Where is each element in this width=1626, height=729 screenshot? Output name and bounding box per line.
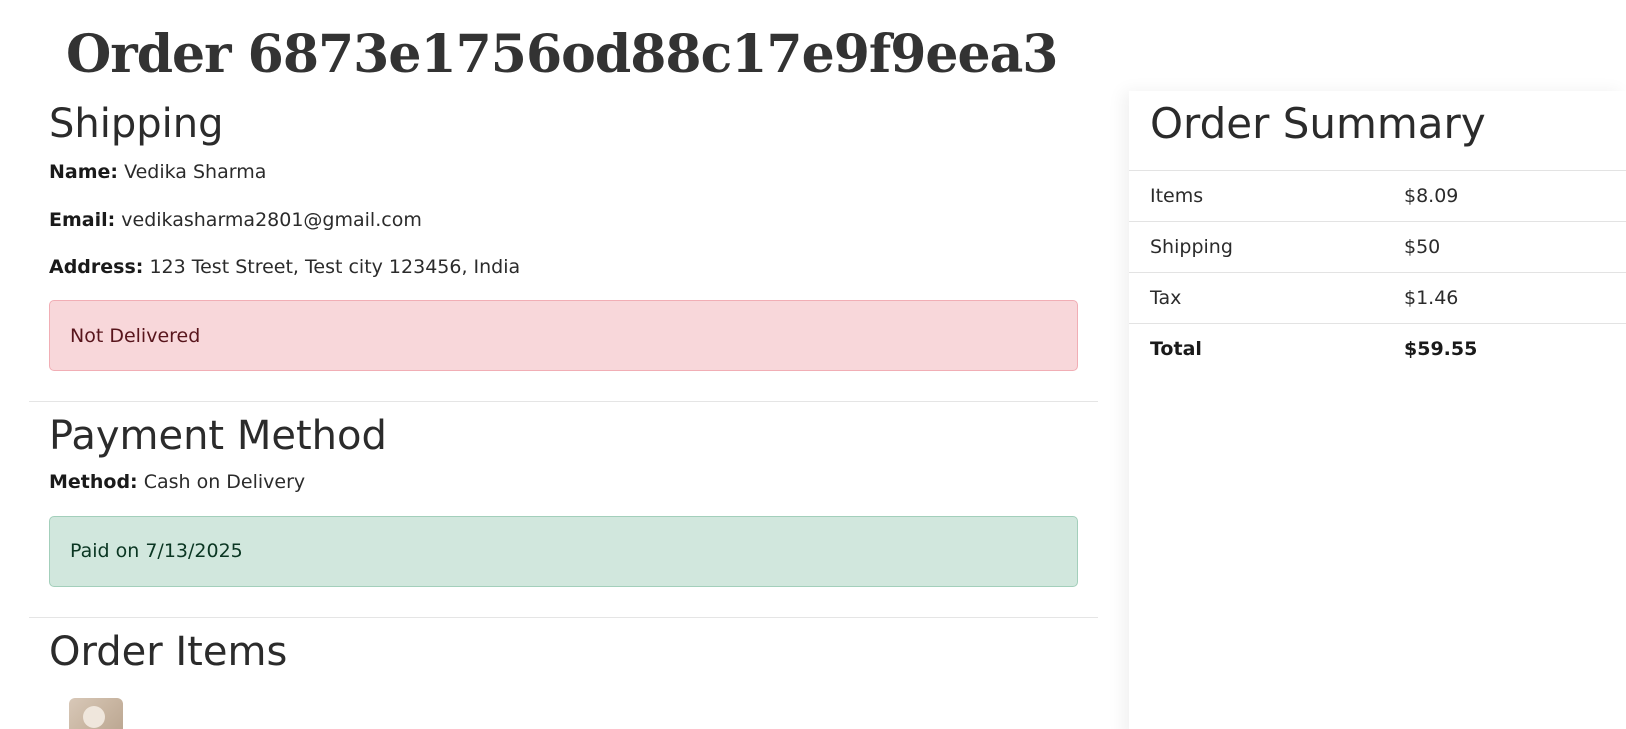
shipping-name-value: Vedika Sharma [124, 161, 267, 183]
summary-row-items: Items $8.09 [1129, 171, 1626, 222]
summary-shipping-label: Shipping [1150, 236, 1233, 258]
order-items-section: Order Items [29, 626, 1098, 729]
order-summary-card: Order Summary Items $8.09 Shipping $50 T… [1129, 91, 1626, 729]
shipping-section: Shipping Name: Vedika Sharma Email: vedi… [29, 98, 1098, 372]
shipping-address: Address: 123 Test Street, Test city 1234… [49, 255, 1078, 280]
payment-section: Payment Method Method: Cash on Delivery … [29, 410, 1098, 587]
shipping-email-value: vedikasharma2801@gmail.com [121, 208, 422, 231]
order-page: Order 6873e1756od88c17e9f9eea3 Shipping … [0, 0, 1626, 729]
summary-items-label: Items [1150, 185, 1204, 207]
payment-status-alert: Paid on 7/13/2025 [49, 515, 1078, 587]
payment-method: Method: Cash on Delivery [49, 470, 1078, 495]
section-divider [29, 616, 1098, 618]
summary-total-value: $59.55 [1404, 338, 1478, 360]
summary-items-value: $8.09 [1404, 185, 1459, 207]
summary-row-shipping: Shipping $50 [1129, 222, 1626, 273]
shipping-address-value: 123 Test Street, Test city 123456, India [149, 256, 521, 279]
payment-status-text: Paid on 7/13/2025 [70, 540, 243, 563]
shipping-email: Email: vedikasharma2801@gmail.com [49, 208, 1078, 233]
shipping-name-label: Name: [49, 161, 119, 183]
payment-heading: Payment Method [49, 413, 387, 460]
order-details-column: Shipping Name: Vedika Sharma Email: vedi… [29, 98, 1098, 729]
shipping-email-label: Email: [49, 208, 116, 231]
shipping-heading: Shipping [49, 101, 224, 147]
summary-row-tax: Tax $1.46 [1129, 273, 1626, 324]
summary-total-label: Total [1150, 338, 1202, 360]
shipping-address-label: Address: [49, 256, 144, 279]
order-items-heading: Order Items [49, 628, 288, 675]
product-thumbnail-image[interactable] [69, 697, 123, 729]
delivery-status-alert: Not Delivered [49, 300, 1078, 372]
summary-tax-label: Tax [1150, 287, 1182, 309]
shipping-name: Name: Vedika Sharma [49, 160, 1078, 185]
page-title: Order 6873e1756od88c17e9f9eea3 [66, 24, 1058, 85]
order-summary-heading: Order Summary [1129, 91, 1626, 171]
payment-method-label: Method: [49, 471, 138, 494]
summary-shipping-value: $50 [1404, 236, 1441, 258]
summary-row-total: Total $59.55 [1129, 324, 1626, 374]
section-divider [29, 401, 1098, 403]
summary-tax-value: $1.46 [1404, 287, 1459, 309]
delivery-status-text: Not Delivered [70, 324, 201, 347]
payment-method-value: Cash on Delivery [143, 471, 306, 494]
